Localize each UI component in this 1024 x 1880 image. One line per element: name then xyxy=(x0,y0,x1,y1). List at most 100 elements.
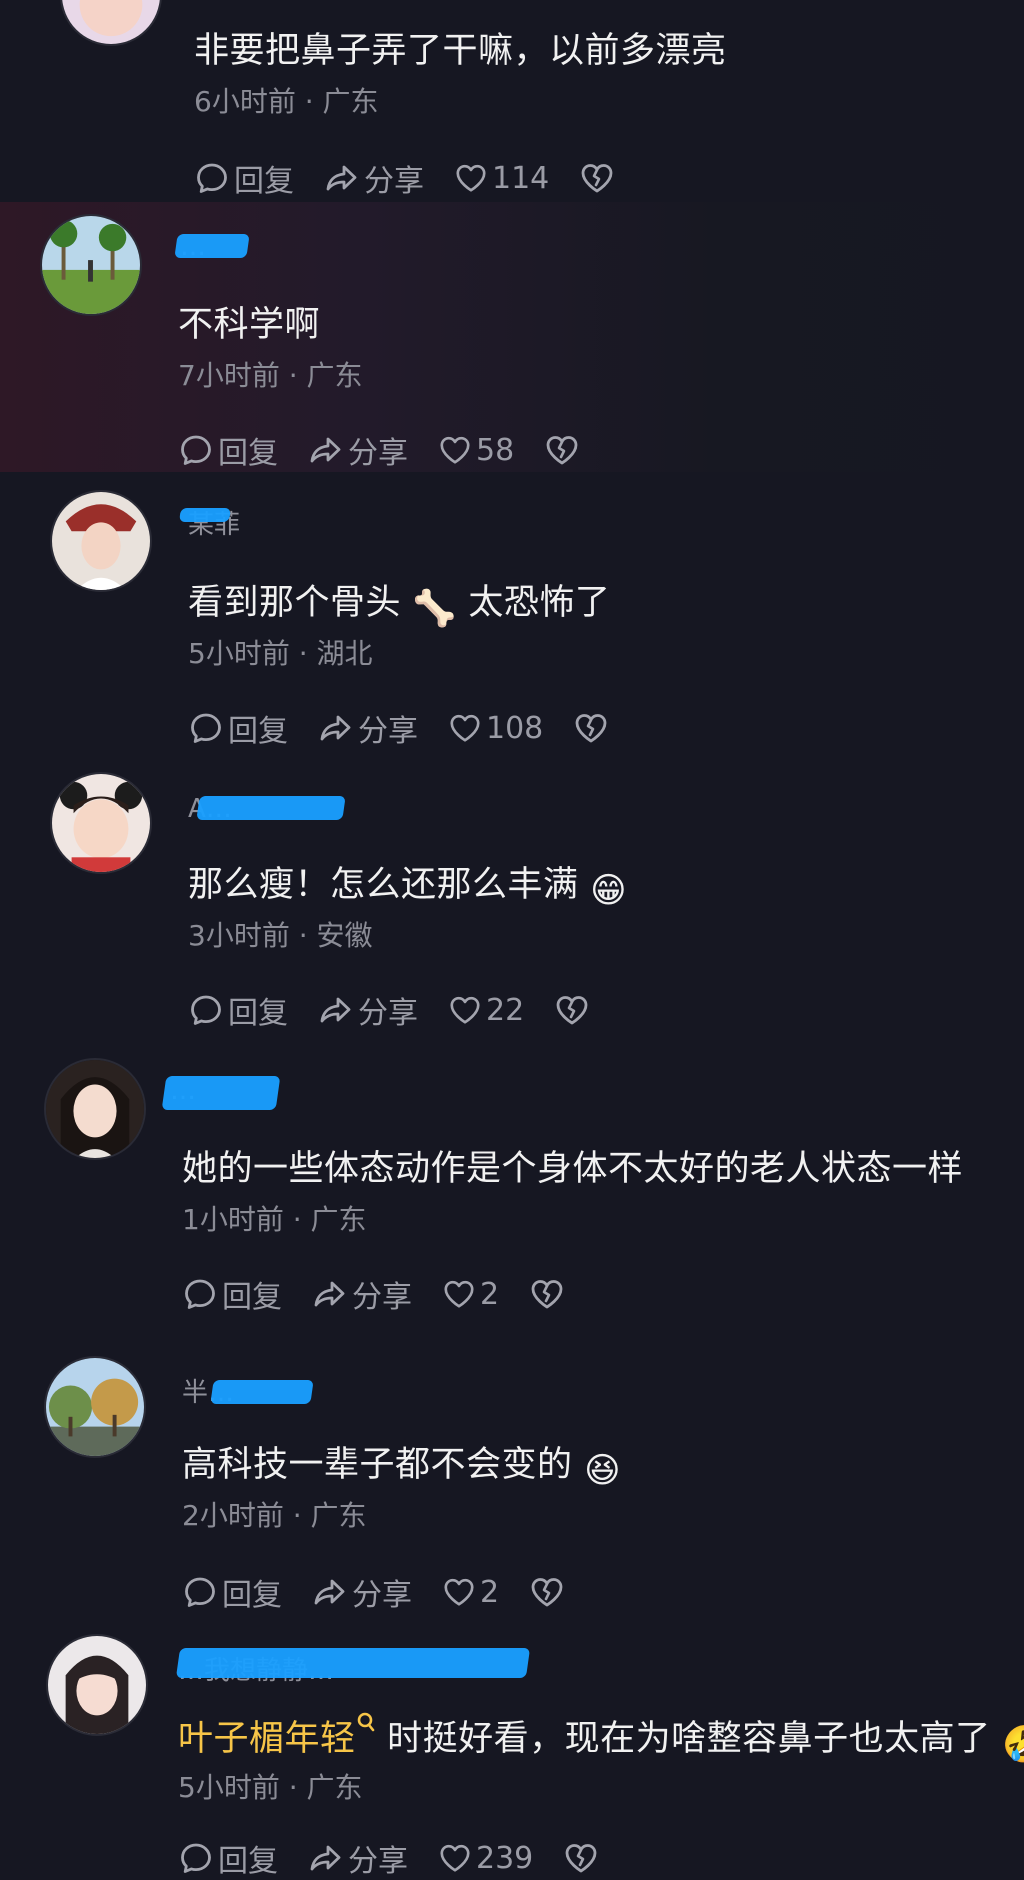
username[interactable]: … xyxy=(161,1074,281,1110)
reply-button[interactable]: 回复 xyxy=(194,156,294,200)
avatar[interactable] xyxy=(50,772,152,874)
comment-text: 非要把鼻子弄了干嘛，以前多漂亮 xyxy=(194,31,727,71)
heart-icon xyxy=(448,993,482,1027)
dislike-button[interactable] xyxy=(529,1574,569,1610)
avatar[interactable] xyxy=(44,1058,146,1160)
comment-bubble-icon xyxy=(194,160,230,196)
username[interactable]: 半… xyxy=(182,1376,314,1410)
reply-label: 回复 xyxy=(234,164,294,199)
share-arrow-icon xyxy=(312,1276,348,1312)
reply-label: 回复 xyxy=(218,436,278,471)
like-count: 239 xyxy=(476,1840,534,1876)
reply-button[interactable]: 回复 xyxy=(178,1836,278,1880)
like-count: 114 xyxy=(492,160,550,196)
meta-separator: · xyxy=(298,637,308,670)
share-arrow-icon xyxy=(312,1574,348,1610)
comment-meta: 5小时前 · 湖北 xyxy=(188,632,373,672)
like-button[interactable]: 2 xyxy=(442,1575,499,1610)
like-button[interactable]: 2 xyxy=(442,1277,499,1312)
share-button[interactable]: 分享 xyxy=(312,1272,412,1316)
like-count: 2 xyxy=(480,1276,500,1312)
comment-text: 高科技一辈子都不会变的 😆 xyxy=(182,1445,622,1491)
avatar[interactable] xyxy=(44,1356,146,1458)
heart-icon xyxy=(438,433,472,467)
share-button[interactable]: 分享 xyxy=(324,156,424,200)
comment-item: … 她的一些体态动作是个身体不太好的老人状态一样 1小时前 · 广东 回复 分享… xyxy=(0,1046,1024,1346)
heart-icon xyxy=(454,161,488,195)
comment-item: 非要把鼻子弄了干嘛，以前多漂亮 6小时前 · 广东 回复 分享 114 xyxy=(0,0,1024,200)
username[interactable]: …我想静静… xyxy=(175,1648,531,1688)
dislike-button[interactable] xyxy=(529,1276,569,1312)
search-keyword-link[interactable]: 叶子楣年轻 xyxy=(178,1719,356,1759)
reply-button[interactable]: 回复 xyxy=(182,1570,282,1614)
share-button[interactable]: 分享 xyxy=(308,1836,408,1880)
username[interactable]: … xyxy=(174,230,250,264)
broken-heart-icon xyxy=(554,992,590,1028)
reply-button[interactable]: 回复 xyxy=(178,428,278,472)
dislike-button[interactable] xyxy=(573,710,613,746)
comment-time: 5小时前 xyxy=(188,637,290,670)
dislike-button[interactable] xyxy=(563,1840,603,1876)
comment-text: 她的一些体态动作是个身体不太好的老人状态一样 xyxy=(182,1149,964,1189)
comment-actions: 回复 分享 2 xyxy=(182,1570,599,1614)
share-arrow-icon xyxy=(324,160,360,196)
redaction-mark xyxy=(174,234,250,258)
avatar[interactable] xyxy=(50,490,152,592)
dislike-button[interactable] xyxy=(544,432,584,468)
comment-bubble-icon xyxy=(182,1276,218,1312)
comment-bubble-icon xyxy=(188,992,224,1028)
broken-heart-icon xyxy=(544,432,580,468)
like-count: 22 xyxy=(486,992,525,1028)
share-label: 分享 xyxy=(352,1578,412,1613)
username[interactable]: 某菲 xyxy=(179,508,240,542)
meta-separator: · xyxy=(288,1771,298,1804)
reply-label: 回复 xyxy=(222,1578,282,1613)
comment-meta: 7小时前 · 广东 xyxy=(178,354,363,394)
comment-actions: 回复 分享 22 xyxy=(188,988,624,1032)
like-button[interactable]: 108 xyxy=(448,711,543,746)
meta-separator: · xyxy=(298,919,308,952)
share-button[interactable]: 分享 xyxy=(318,988,418,1032)
reply-button[interactable]: 回复 xyxy=(182,1272,282,1316)
comment-text: 不科学啊 xyxy=(178,305,321,345)
comment-item: …我想静静… 叶子楣年轻 时挺好看，现在为啥整容鼻子也太高了 🤣 5小时前 · … xyxy=(0,1630,1024,1879)
redaction-mark xyxy=(175,1648,531,1678)
reply-button[interactable]: 回复 xyxy=(188,706,288,750)
laughing-emoji: 😆 xyxy=(584,1451,622,1491)
comment-time: 3小时前 xyxy=(188,919,290,952)
avatar[interactable] xyxy=(40,214,142,316)
username[interactable]: A… xyxy=(188,792,346,826)
comment-location: 广东 xyxy=(306,1771,363,1804)
like-button[interactable]: 58 xyxy=(438,433,514,468)
redaction-mark xyxy=(196,796,346,820)
reply-button[interactable]: 回复 xyxy=(188,988,288,1032)
heart-icon xyxy=(442,1575,476,1609)
share-button[interactable]: 分享 xyxy=(312,1570,412,1614)
share-label: 分享 xyxy=(348,1844,408,1879)
comment-actions: 回复 分享 108 xyxy=(188,706,643,750)
avatar[interactable] xyxy=(60,0,162,46)
comment-bubble-icon xyxy=(188,710,224,746)
avatar[interactable] xyxy=(46,1634,148,1736)
like-button[interactable]: 239 xyxy=(438,1841,533,1876)
share-arrow-icon xyxy=(308,432,344,468)
share-label: 分享 xyxy=(358,714,418,749)
share-button[interactable]: 分享 xyxy=(318,706,418,750)
like-button[interactable]: 22 xyxy=(448,993,524,1028)
share-label: 分享 xyxy=(348,436,408,471)
comment-item: A… 那么瘦！怎么还那么丰满 😁 3小时前 · 安徽 回复 分享 22 xyxy=(0,762,1024,1042)
search-icon[interactable] xyxy=(356,1712,376,1736)
like-count: 2 xyxy=(480,1574,500,1610)
comment-actions: 回复 分享 58 xyxy=(178,428,614,472)
grinning-emoji: 😁 xyxy=(590,871,628,911)
heart-icon xyxy=(448,711,482,745)
comment-location: 广东 xyxy=(310,1203,367,1236)
comment-location: 广东 xyxy=(310,1499,367,1532)
dislike-button[interactable] xyxy=(579,160,619,196)
comment-meta: 6小时前 · 广东 xyxy=(194,80,379,120)
share-button[interactable]: 分享 xyxy=(308,428,408,472)
dislike-button[interactable] xyxy=(554,992,594,1028)
comment-time: 5小时前 xyxy=(178,1771,280,1804)
like-button[interactable]: 114 xyxy=(454,161,549,196)
comment-location: 广东 xyxy=(322,85,379,118)
